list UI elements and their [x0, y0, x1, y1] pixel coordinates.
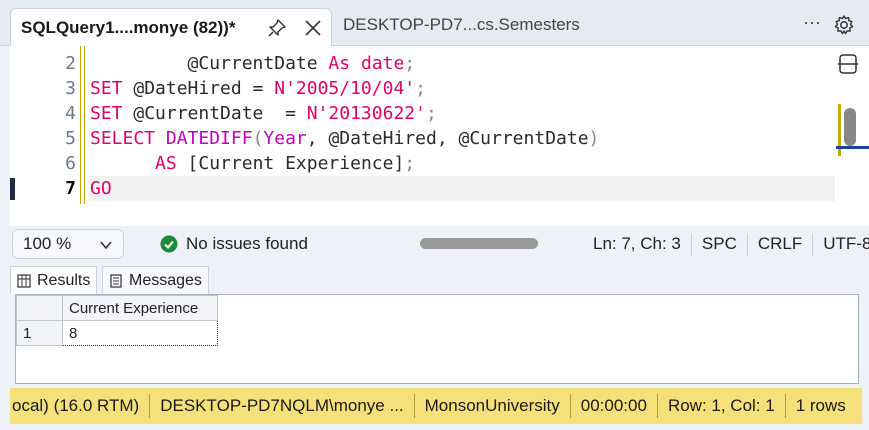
code-line[interactable]: SET @DateHired = N'2005/10/04'; — [90, 76, 426, 101]
change-tracking-bar — [80, 46, 85, 204]
tab-results[interactable]: Results — [10, 266, 98, 294]
code-token: ; — [404, 153, 416, 174]
code-token: SET — [90, 103, 123, 124]
tab-semesters[interactable]: DESKTOP-PD7...cs.Semesters — [343, 15, 580, 35]
tab-results-label: Results — [37, 271, 91, 289]
line-number: 4 — [65, 103, 76, 124]
code-token: ; — [404, 53, 416, 74]
scroll-thumb[interactable] — [844, 108, 856, 146]
encoding[interactable]: UTF-8 — [823, 234, 869, 256]
code-token: N'2005/10/04' — [274, 78, 416, 99]
code-token: Year — [263, 128, 307, 149]
code-token: ; — [415, 78, 426, 99]
issues-text: No issues found — [186, 234, 308, 253]
code-line[interactable]: SELECT DATEDIFF(Year, @DateHired, @Curre… — [90, 126, 599, 151]
messages-icon — [110, 273, 122, 288]
divider — [812, 234, 814, 256]
check-circle-icon — [160, 235, 178, 253]
code-area[interactable]: @CurrentDate As date; SET @DateHired = N'… — [90, 46, 835, 226]
code-line[interactable]: @CurrentDate As date; — [90, 51, 416, 76]
database-name: MonsonUniversity — [424, 396, 560, 415]
code-token: N'20130622' — [306, 103, 426, 124]
code-token: ; — [425, 103, 437, 124]
row-count: 1 rows — [795, 396, 846, 415]
code-token: , @DateHired, @CurrentDate — [306, 128, 589, 149]
server-version: ocal) (16.0 RTM) — [12, 396, 140, 415]
line-number: 3 — [65, 78, 76, 99]
results-tab-strip: Results Messages — [10, 262, 869, 294]
code-token: [Current Experience] — [176, 153, 405, 174]
table-cell[interactable]: 8 — [62, 320, 218, 346]
code-token: As — [328, 53, 351, 74]
row-header-corner[interactable] — [16, 295, 63, 321]
query-editor[interactable]: 234567 @CurrentDate As date; SET @DateHir… — [10, 46, 869, 226]
more-options-icon[interactable]: ··· — [800, 12, 824, 36]
line-number: 5 — [65, 128, 76, 149]
code-token: @DateHired = — [122, 78, 275, 99]
code-token: date — [360, 53, 405, 74]
line-number: 7 — [65, 178, 76, 199]
code-token: @CurrentDate = — [122, 103, 307, 124]
tab-messages[interactable]: Messages — [102, 266, 209, 294]
code-token: ) — [588, 128, 600, 149]
connection-status-bar: ocal) (16.0 RTM) DESKTOP-PD7NQLM\monye .… — [10, 388, 862, 424]
row-number[interactable]: 1 — [16, 320, 63, 346]
results-grid[interactable]: Current Experience 1 8 — [15, 294, 859, 384]
gear-icon[interactable] — [833, 14, 855, 36]
tab-messages-label: Messages — [129, 271, 202, 289]
tab-title: SQLQuery1....monye (82))* — [21, 18, 236, 37]
code-token: GO — [90, 178, 112, 199]
code-line[interactable]: GO — [90, 176, 112, 201]
connection-user: DESKTOP-PD7NQLM\monye ... — [160, 396, 404, 415]
chevron-down-icon — [100, 241, 112, 250]
current-line-highlight — [90, 176, 835, 201]
zoom-value: 100 % — [23, 234, 72, 253]
editor-status-items: Ln: 7, Ch: 3 SPC CRLF UTF-8 — [593, 234, 869, 256]
code-token: AS — [155, 153, 177, 174]
close-icon[interactable] — [303, 18, 323, 38]
document-tab-strip: SQLQuery1....monye (82))* DESKTOP-PD7...… — [0, 0, 869, 47]
issues-indicator[interactable]: No issues found — [160, 234, 308, 254]
code-token: SELECT — [90, 128, 156, 149]
grid-icon — [17, 273, 31, 288]
pin-icon[interactable] — [267, 18, 287, 38]
editor-status-strip: 100 % No issues found Ln: 7, Ch: 3 SPC C… — [10, 226, 869, 262]
code-line[interactable]: SET @CurrentDate = N'20130622'; — [90, 101, 437, 126]
line-number: 6 — [65, 153, 76, 174]
code-line[interactable]: AS [Current Experience]; — [90, 151, 415, 176]
code-token: DATEDIFF — [165, 128, 253, 149]
cursor-position[interactable]: Ln: 7, Ch: 3 — [593, 234, 681, 256]
line-ending[interactable]: CRLF — [758, 234, 802, 256]
code-token: SET — [90, 78, 123, 99]
horizontal-scrollbar[interactable] — [420, 238, 538, 249]
table-row[interactable]: 1 8 — [16, 320, 218, 346]
divider — [690, 234, 692, 256]
divider — [746, 234, 748, 256]
row-col-position: Row: 1, Col: 1 — [667, 396, 775, 415]
line-number-gutter: 2 3 4 5 6 7 — [10, 46, 80, 226]
code-token: ( — [252, 128, 264, 149]
elapsed-time: 00:00:00 — [580, 396, 647, 415]
zoom-dropdown[interactable]: 100 % — [12, 229, 124, 259]
tab-sqlquery1[interactable]: SQLQuery1....monye (82))* — [10, 8, 332, 47]
whitespace-mode[interactable]: SPC — [702, 234, 737, 256]
column-header[interactable]: Current Experience — [62, 295, 218, 321]
results-table: Current Experience 1 8 — [16, 295, 218, 346]
vertical-scrollbar[interactable] — [836, 46, 869, 226]
line-number: 2 — [65, 53, 76, 74]
code-token: @CurrentDate — [90, 53, 329, 74]
split-editor-icon[interactable] — [836, 52, 860, 76]
scroll-caret-marker — [836, 146, 869, 149]
